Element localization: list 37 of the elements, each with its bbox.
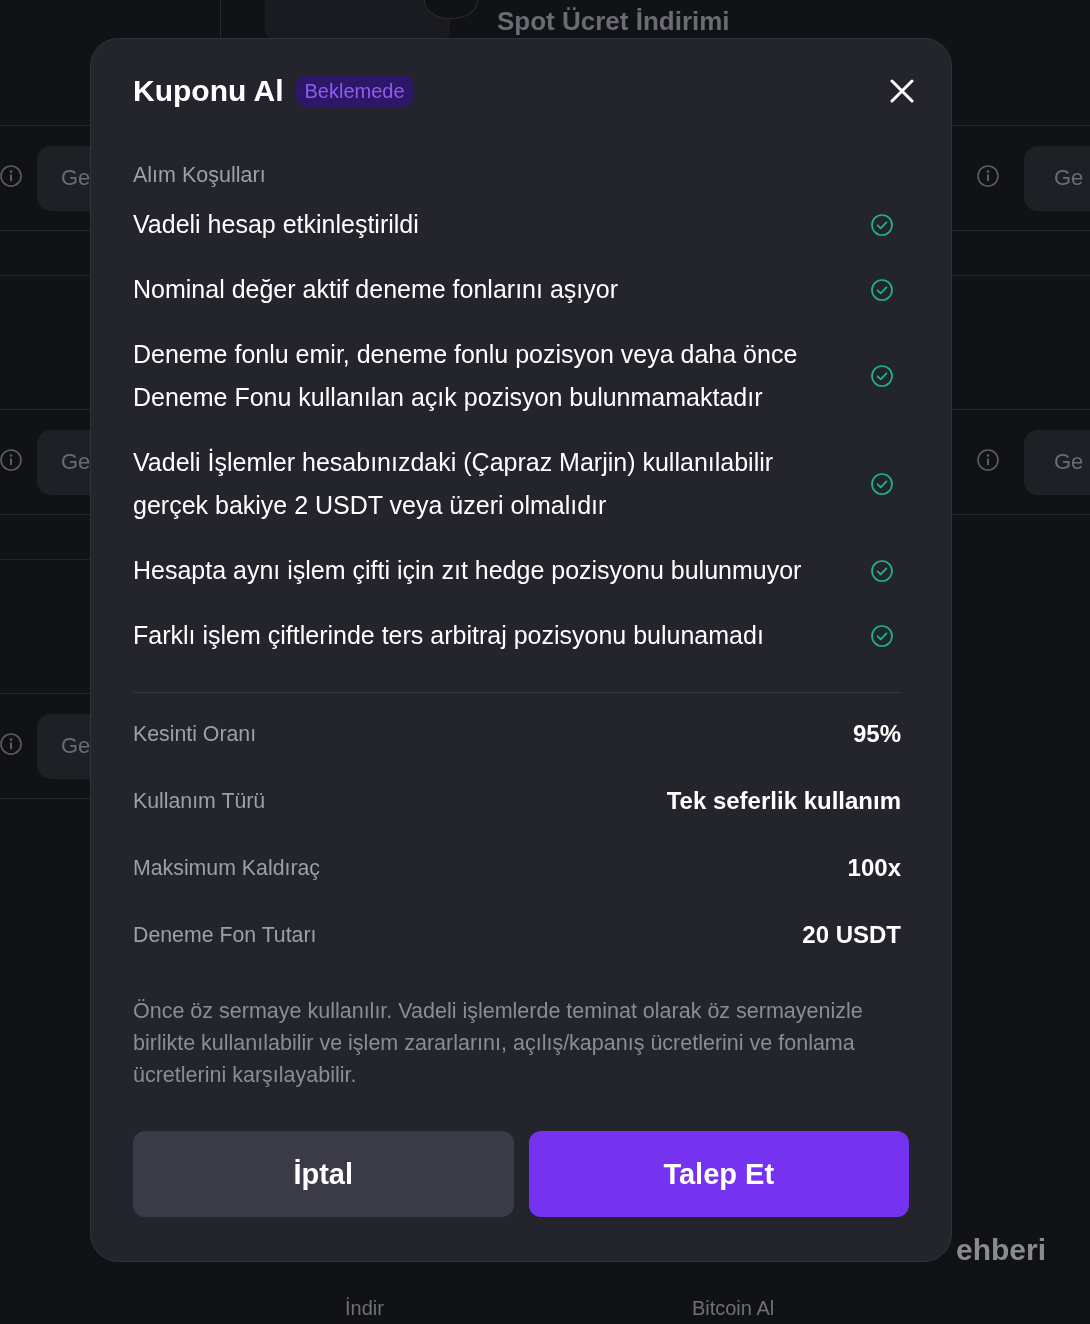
detail-label: Kesinti Oranı: [133, 720, 257, 747]
condition-text: Nominal değer aktif deneme fonlarını aşıyor: [133, 274, 618, 305]
close-icon: [890, 79, 914, 103]
info-icon[interactable]: [0, 165, 22, 187]
footer-link[interactable]: Bitcoin Al: [691, 1297, 775, 1319]
claim-button[interactable]: Talep Et: [528, 1131, 909, 1217]
section-label: Alım Koşulları: [133, 163, 267, 187]
detail-value: 20 USDT: [802, 920, 901, 949]
info-icon[interactable]: [0, 733, 22, 755]
condition-text: Farklı işlem çiftlerinde ters arbitraj pozisyonu bulunamadı: [133, 620, 764, 651]
close-button[interactable]: [890, 79, 914, 103]
background-button[interactable]: Ge: [37, 713, 90, 779]
condition-text: Deneme fonlu emir, deneme fonlu pozisyon veya daha önce Deneme Fonu kullanılan açık pozisyon bulunmamaktadır: [133, 339, 799, 413]
footer-link[interactable]: İndir: [345, 1297, 384, 1319]
detail-label: Maksimum Kaldıraç: [133, 854, 320, 881]
background-button[interactable]: Ge: [1024, 145, 1090, 211]
info-icon[interactable]: [0, 449, 22, 471]
info-icon[interactable]: [977, 449, 999, 471]
detail-value: 100x: [847, 853, 901, 882]
background-button[interactable]: Ge: [37, 145, 90, 211]
detail-value: 95%: [852, 719, 901, 748]
condition-text: Vadeli İşlemler hesabınızdaki (Çapraz Marjin) kullanılabilir gerçek bakiye 2 USDT veya üzeri olmalıdır: [133, 447, 775, 521]
detail-label: Kullanım Türü: [133, 787, 266, 814]
footer-heading: ehberi: [956, 1232, 1047, 1268]
note-text: Önce öz sermaye kullanılır. Vadeli işlemlerde teminat olarak öz sermayenizle birlikte kullanılabilir ve işlem zararlarını, açılış/kapanış ücretlerini ve fonlama ücretlerini karşılayabilir.: [133, 998, 864, 1089]
background-button[interactable]: Ge: [1024, 429, 1090, 495]
detail-label: Deneme Fon Tutarı: [133, 921, 317, 948]
info-icon[interactable]: [977, 165, 999, 187]
dialog-title: Kuponu Al: [133, 74, 284, 108]
detail-value: Tek seferlik kullanım: [666, 786, 901, 815]
background-button[interactable]: Ge: [37, 429, 90, 495]
condition-text: Vadeli hesap etkinleştirildi: [133, 209, 419, 240]
cancel-button[interactable]: İptal: [133, 1131, 514, 1217]
status-badge: Beklemede: [295, 75, 414, 107]
circle-decoration: [424, 0, 478, 19]
section-heading: Spot Ücret İndirimi: [497, 6, 730, 36]
condition-text: Hesapta aynı işlem çifti için zıt hedge pozisyonu bulunmuyor: [133, 555, 802, 586]
